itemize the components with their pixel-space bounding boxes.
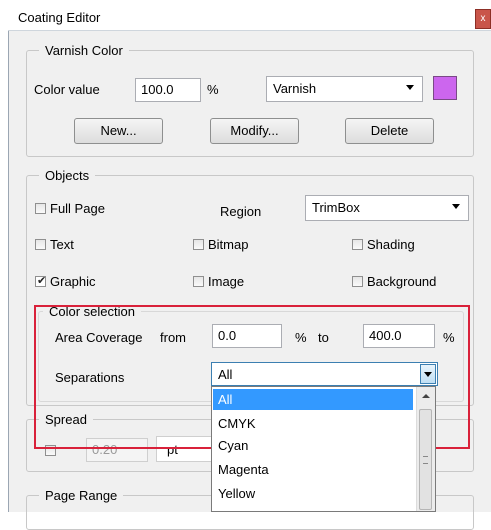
text-checkbox[interactable] [35, 239, 46, 250]
objects-legend: Objects [45, 168, 90, 183]
bitmap-checkbox[interactable] [193, 239, 204, 250]
dropdown-item-all[interactable]: All [213, 389, 413, 410]
delete-button[interactable]: Delete [345, 118, 434, 144]
scrollbar-thumb[interactable] [419, 409, 432, 510]
varnish-combo-value: Varnish [273, 81, 317, 96]
full-page-label: Full Page [50, 201, 105, 216]
new-button[interactable]: New... [74, 118, 163, 144]
text-label: Text [50, 237, 74, 252]
graphic-label: Graphic [50, 274, 96, 289]
dropdown-item-magenta[interactable]: Magenta [213, 459, 413, 480]
varnish-color-swatch[interactable] [433, 76, 457, 100]
region-combo[interactable]: TrimBox [305, 195, 469, 221]
chevron-down-icon [452, 204, 460, 209]
color-value-percent: % [207, 82, 219, 97]
color-value-label: Color value [34, 82, 100, 97]
full-page-checkbox[interactable] [35, 203, 46, 214]
dropdown-scrollbar[interactable] [416, 387, 435, 511]
shading-checkbox[interactable] [352, 239, 363, 250]
shading-label: Shading [367, 237, 415, 252]
title-bar: Coating Editor x [8, 6, 491, 31]
page-range-legend: Page Range [45, 488, 118, 503]
image-checkbox[interactable] [193, 276, 204, 287]
varnish-combo[interactable]: Varnish [266, 76, 423, 102]
graphic-checkbox[interactable]: ✔ [35, 275, 47, 287]
dropdown-item-yellow[interactable]: Yellow [213, 483, 413, 504]
region-combo-value: TrimBox [312, 200, 360, 215]
color-value-input[interactable]: 100.0 [135, 78, 201, 102]
dropdown-item-cmyk[interactable]: CMYK [213, 413, 413, 434]
grip-icon [423, 456, 428, 464]
scroll-up-icon[interactable] [422, 394, 430, 398]
background-checkbox[interactable] [352, 276, 363, 287]
varnish-color-legend: Varnish Color [45, 43, 123, 58]
region-label: Region [220, 204, 262, 219]
separations-dropdown-list[interactable]: All CMYK Cyan Magenta Yellow [211, 386, 436, 512]
bitmap-label: Bitmap [208, 237, 249, 252]
window-title: Coating Editor [18, 10, 101, 25]
checkmark-icon: ✔ [37, 275, 47, 287]
dropdown-item-cyan[interactable]: Cyan [213, 435, 413, 456]
image-label: Image [208, 274, 245, 289]
background-label: Background [367, 274, 437, 289]
close-icon[interactable]: x [475, 9, 491, 29]
modify-button[interactable]: Modify... [210, 118, 299, 144]
chevron-down-icon [406, 85, 414, 90]
